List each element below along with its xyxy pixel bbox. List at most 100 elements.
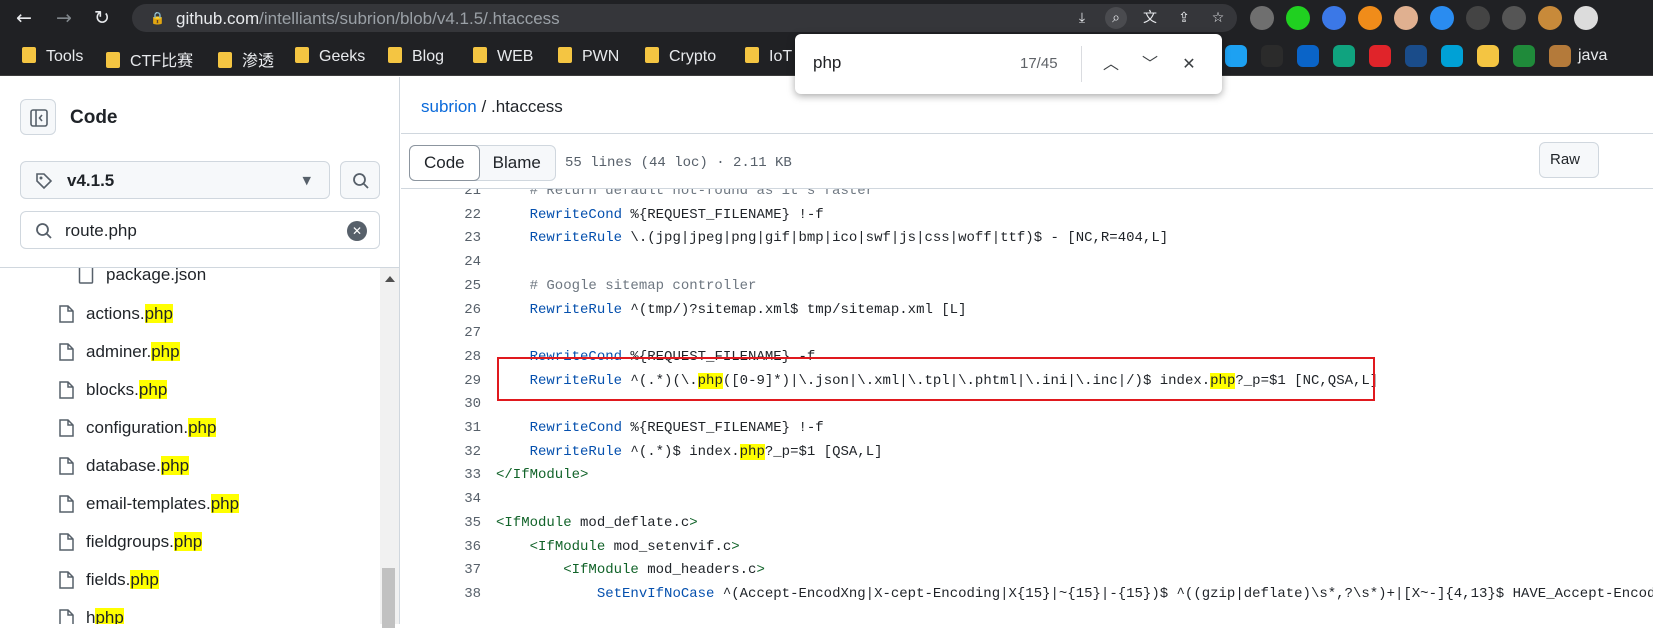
scroll-up-icon[interactable] — [385, 276, 395, 282]
scrollbar-thumb[interactable] — [382, 568, 395, 628]
shield-icon[interactable] — [1513, 45, 1535, 67]
code-view: 21 # Return default not-found as it's fa… — [401, 189, 1653, 624]
file-icon — [59, 381, 74, 399]
previous-match-icon[interactable]: ︿ — [1098, 51, 1124, 77]
close-icon[interactable]: ✕ — [1176, 51, 1202, 77]
clear-filter-icon[interactable]: ✕ — [347, 221, 367, 241]
twitter-icon[interactable] — [1225, 45, 1247, 67]
file-filter-input[interactable]: route.php ✕ — [20, 211, 380, 249]
search-button[interactable] — [340, 161, 380, 199]
extension-gear-icon[interactable] — [1250, 6, 1274, 30]
next-match-icon[interactable]: ﹀ — [1137, 51, 1163, 77]
bookmark-iot[interactable]: IoT — [745, 47, 792, 66]
bookmark-pwn[interactable]: PWN — [558, 47, 619, 66]
g-icon[interactable] — [1369, 45, 1391, 67]
bookmark-web[interactable]: WEB — [473, 47, 533, 66]
code-line: 38 SetEnvIfNoCase ^(Accept-EncodXng|X-ce… — [401, 582, 1653, 606]
collapse-panel-button[interactable] — [20, 99, 56, 135]
bookmark-ctf[interactable]: CTF比赛 — [106, 47, 193, 71]
line-number[interactable]: 29 — [401, 369, 481, 393]
code-text: SetEnvIfNoCase ^(Accept-EncodXng|X-cept-… — [596, 585, 1653, 602]
line-number[interactable]: 24 — [401, 250, 481, 274]
line-number[interactable]: 37 — [401, 558, 481, 582]
folder-icon — [473, 47, 487, 63]
scrollbar[interactable] — [380, 268, 399, 628]
bookmark-geeks[interactable]: Geeks — [295, 47, 365, 66]
bookmark-star-icon[interactable]: ☆ — [1207, 7, 1229, 29]
line-number[interactable]: 36 — [401, 535, 481, 559]
extension-badge-icon[interactable] — [1574, 6, 1598, 30]
code-line: 32 RewriteRule ^(.*)$ index.php?_p=$1 [Q… — [401, 440, 1653, 464]
install-icon[interactable]: ⤓ — [1071, 7, 1093, 29]
extension-mask-icon[interactable] — [1430, 6, 1454, 30]
outlook-icon[interactable] — [1297, 45, 1319, 67]
extension-face-icon[interactable] — [1394, 6, 1418, 30]
folder-icon[interactable] — [1477, 45, 1499, 67]
line-number[interactable]: 25 — [401, 274, 481, 298]
tab-code[interactable]: Code — [409, 145, 480, 181]
line-number[interactable]: 26 — [401, 298, 481, 322]
code-text: </IfModule> — [496, 467, 589, 484]
find-input[interactable]: php — [813, 53, 841, 73]
extension-glasses-icon[interactable] — [1466, 6, 1490, 30]
extension-green-icon[interactable] — [1286, 6, 1310, 30]
folder-icon — [295, 47, 309, 63]
line-number[interactable]: 38 — [401, 582, 481, 606]
file-icon — [59, 609, 74, 624]
code-text: RewriteRule ^(.*)$ index.php?_p=$1 [QSA,… — [529, 443, 883, 460]
line-number[interactable]: 34 — [401, 487, 481, 511]
line-number[interactable]: 30 — [401, 392, 481, 416]
code-text: # Google sitemap controller — [496, 277, 757, 294]
bookmark-crypto[interactable]: Crypto — [645, 47, 716, 66]
file-icon — [59, 533, 74, 551]
line-number[interactable]: 21 — [401, 189, 481, 203]
sphere-icon[interactable] — [1405, 45, 1427, 67]
bookmark-tools[interactable]: Tools — [22, 47, 83, 66]
find-icon[interactable]: ⌕ — [1105, 7, 1127, 29]
line-number[interactable]: 23 — [401, 226, 481, 250]
chatgpt-icon[interactable] — [1333, 45, 1355, 67]
annotation-box — [497, 357, 1375, 401]
code-line: 37 <IfModule mod_headers.c> — [401, 558, 1653, 582]
code-line: 24 — [401, 250, 1653, 274]
extension-tabs-icon[interactable] — [1502, 6, 1526, 30]
forward-icon[interactable]: → — [52, 6, 76, 30]
extension-orange-icon[interactable] — [1358, 6, 1382, 30]
breadcrumb-repo-link[interactable]: subrion — [421, 97, 477, 116]
translate-icon[interactable]: 文 — [1139, 7, 1161, 29]
sidebar-title: Code — [70, 107, 118, 128]
breadcrumb: subrion / .htaccess — [421, 97, 563, 116]
extension-translate-icon[interactable] — [1322, 6, 1346, 30]
line-number[interactable]: 28 — [401, 345, 481, 369]
bookmark-blog[interactable]: Blog — [388, 47, 444, 66]
line-number[interactable]: 27 — [401, 321, 481, 345]
code-text: RewriteCond %{REQUEST_FILENAME} !-f — [529, 206, 824, 223]
code-line: 31 RewriteCond %{REQUEST_FILENAME} !-f — [401, 416, 1653, 440]
code-line: 22 RewriteCond %{REQUEST_FILENAME} !-f — [401, 203, 1653, 227]
reload-icon[interactable]: ↻ — [90, 6, 114, 30]
avatar-icon[interactable] — [1549, 45, 1571, 67]
bookmark-java[interactable]: java — [1578, 47, 1607, 65]
line-number[interactable]: 33 — [401, 463, 481, 487]
extension-cookie-icon[interactable] — [1538, 6, 1562, 30]
line-number[interactable]: 32 — [401, 440, 481, 464]
code-line: 23 RewriteRule \.(jpg|jpeg|png|gif|bmp|i… — [401, 226, 1653, 250]
code-text: RewriteRule \.(jpg|jpeg|png|gif|bmp|ico|… — [529, 230, 1169, 247]
file-icon — [59, 419, 74, 437]
bilibili-icon[interactable] — [1441, 45, 1463, 67]
line-number[interactable]: 31 — [401, 416, 481, 440]
bookmark-pentest[interactable]: 渗透 — [218, 47, 274, 71]
tab-blame[interactable]: Blame — [479, 146, 555, 180]
file-tree-sidebar: Code v4.1.5 ▼ route.php ✕ package.json a… — [0, 77, 400, 628]
sidebar-collapse-icon — [30, 109, 48, 127]
github-icon[interactable] — [1261, 45, 1283, 67]
line-number[interactable]: 35 — [401, 511, 481, 535]
raw-button[interactable]: Raw — [1539, 142, 1599, 178]
back-icon[interactable]: ← — [12, 6, 36, 30]
share-icon[interactable]: ⇪ — [1173, 7, 1195, 29]
line-number[interactable]: 22 — [401, 203, 481, 227]
branch-selector[interactable]: v4.1.5 ▼ — [20, 161, 330, 199]
folder-icon — [558, 47, 572, 63]
url-text[interactable]: github.com/intelliants/subrion/blob/v4.1… — [176, 9, 560, 29]
address-bar[interactable]: 🔒 github.com/intelliants/subrion/blob/v4… — [132, 4, 1237, 32]
